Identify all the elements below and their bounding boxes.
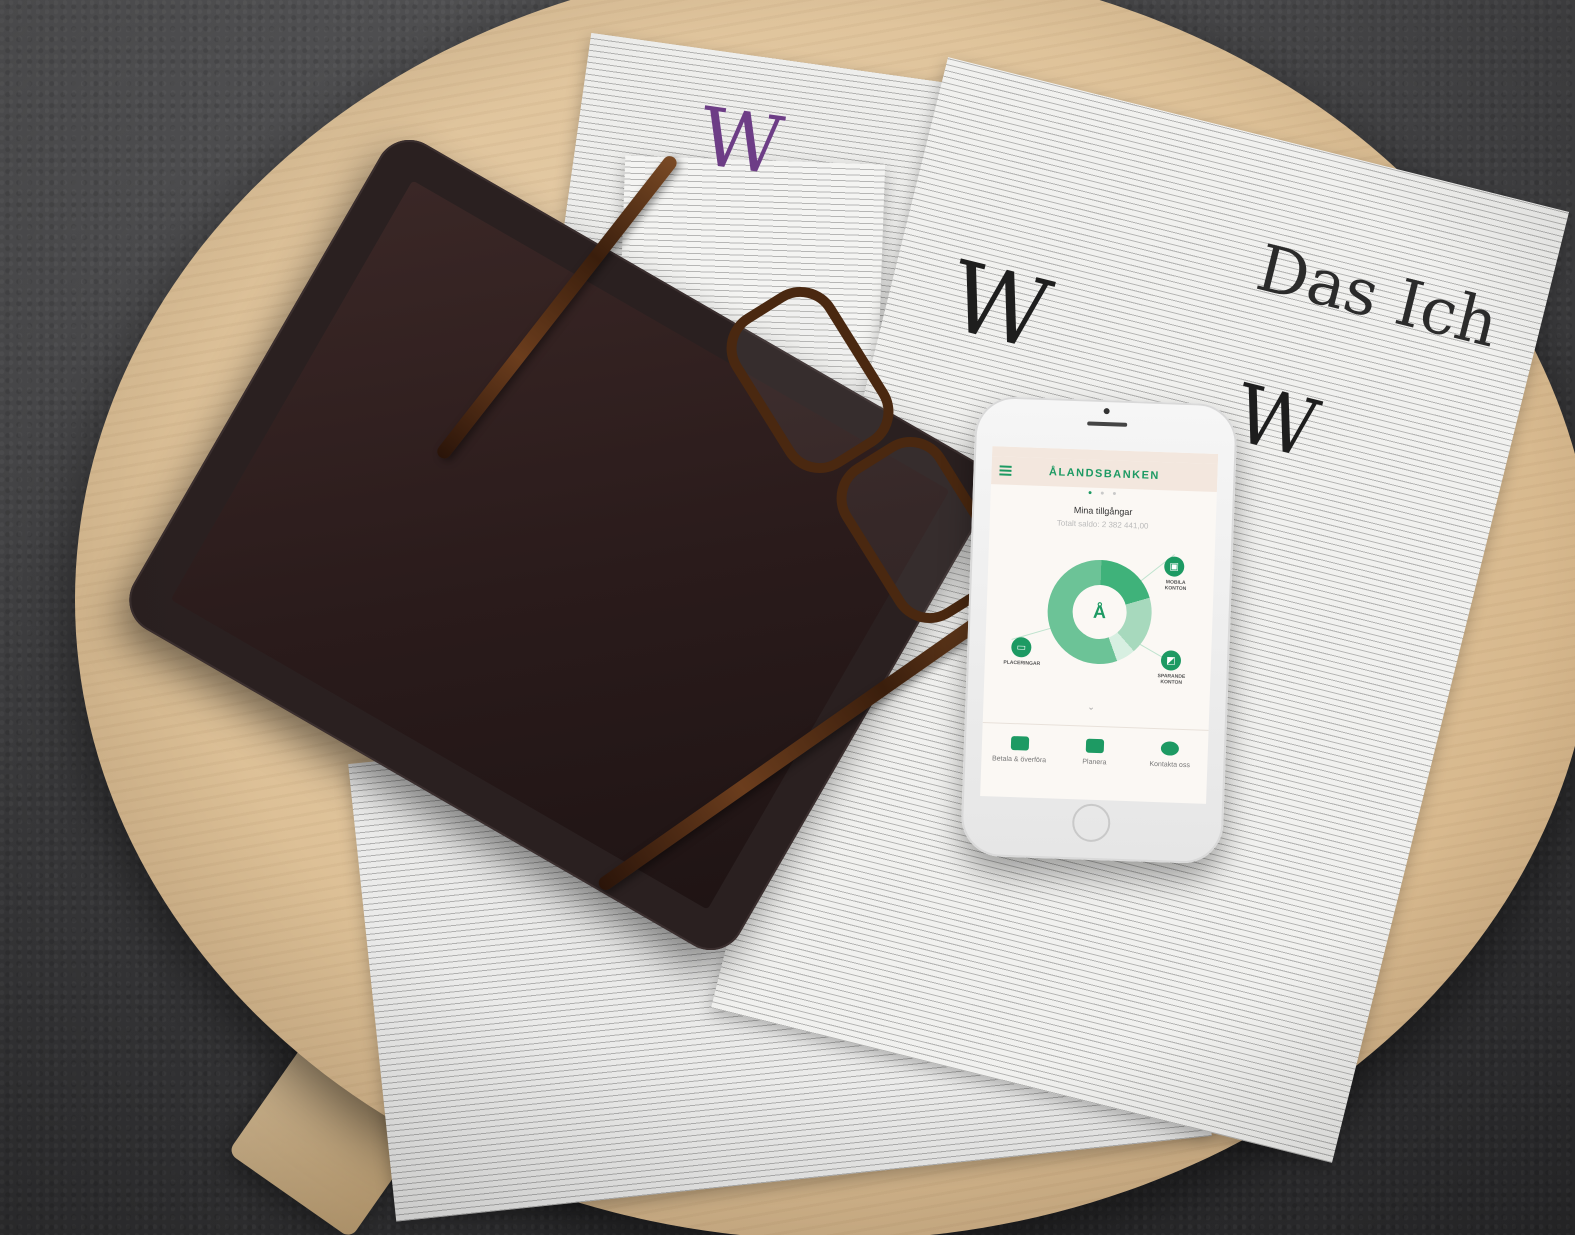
magazine-dropcap: W <box>693 89 789 194</box>
tab-kontakta-oss[interactable]: Kontakta oss <box>1139 741 1200 771</box>
transfer-icon <box>1010 735 1029 751</box>
sparande-konton-node[interactable]: ◩ <box>1160 650 1182 671</box>
front-camera <box>1103 408 1110 415</box>
center-logo: Å <box>1071 584 1128 640</box>
smartphone: ÅLANDSBANKEN ● ● ● Mina tillgångar Total… <box>960 395 1238 865</box>
phone-screen: ÅLANDSBANKEN ● ● ● Mina tillgångar Total… <box>980 446 1219 804</box>
brand-logo: ÅLANDSBANKEN <box>1048 466 1161 483</box>
tab-label: Planera <box>1082 758 1107 767</box>
placeringar-label: PLACERINGAR <box>1003 659 1041 667</box>
sparande-konton-label: SPARANDE KONTON <box>1157 673 1186 686</box>
chat-icon <box>1160 741 1180 756</box>
placeringar-node[interactable]: ▭ <box>1011 636 1032 658</box>
menu-icon[interactable] <box>999 463 1012 477</box>
tab-bar: Betala & överföra Planera Kontakta oss <box>980 721 1209 804</box>
tab-label: Betala & överföra <box>991 755 1047 765</box>
tab-label: Kontakta oss <box>1149 760 1190 770</box>
chevron-down-icon[interactable]: ⌄ <box>1087 702 1095 713</box>
earpiece-speaker <box>1087 421 1128 427</box>
mobila-konton-node[interactable]: ▣ <box>1163 556 1185 577</box>
photo-scene: W W W Das Ich ÅLANDSBANKEN ● ● ● Mina ti… <box>0 0 1575 1235</box>
tab-betala-overfora[interactable]: Betala & överföra <box>989 735 1050 765</box>
home-button[interactable] <box>1071 803 1111 843</box>
assets-donut-chart[interactable]: Å <box>1045 558 1154 666</box>
briefcase-icon <box>1085 738 1105 754</box>
mobila-konton-label: MOBILA KONTON <box>1164 579 1187 593</box>
tab-planera[interactable]: Planera <box>1064 738 1125 768</box>
